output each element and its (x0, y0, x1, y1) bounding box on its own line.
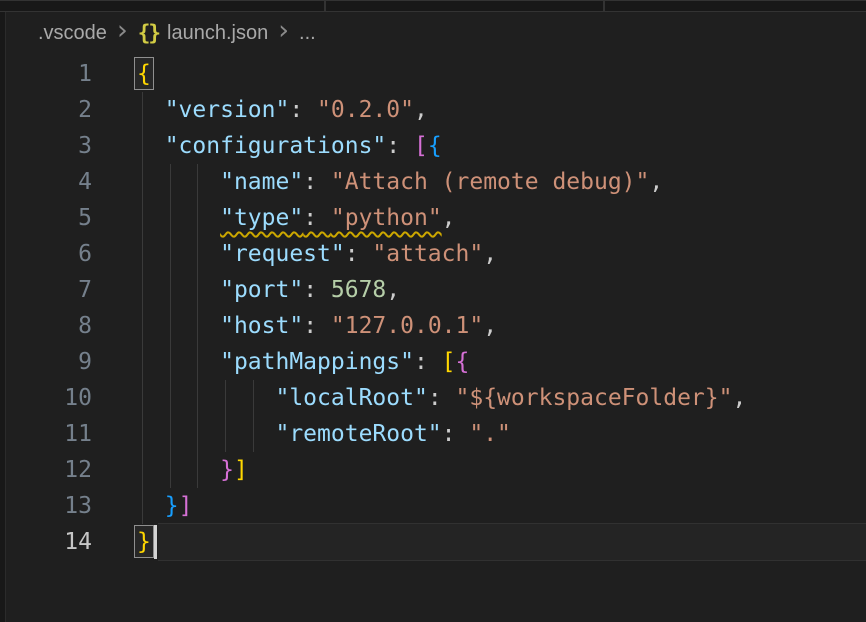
code-line[interactable]: 2 "version": "0.2.0", (6, 92, 866, 128)
breadcrumb-item-symbols[interactable]: ... (299, 22, 316, 45)
code-text: "version": "0.2.0", (137, 92, 428, 128)
tab-separator (603, 1, 605, 11)
code-line[interactable]: 1{ (6, 56, 866, 92)
line-number[interactable]: 12 (6, 452, 92, 488)
line-number[interactable]: 11 (6, 416, 92, 452)
line-number[interactable]: 7 (6, 272, 92, 308)
breadcrumb-item-file[interactable]: {} launch.json (138, 21, 268, 45)
bracket-match-highlight: { (137, 61, 151, 87)
line-number[interactable]: 14 (6, 524, 92, 560)
code-line[interactable]: 13 }] (6, 488, 866, 524)
code-text: "name": "Attach (remote debug)", (137, 164, 663, 200)
line-number[interactable]: 8 (6, 308, 92, 344)
code-line[interactable]: 7 "port": 5678, (6, 272, 866, 308)
code-text: } (137, 524, 151, 560)
breadcrumb: .vscode › {} launch.json › ... (38, 13, 316, 53)
code-text: "request": "attach", (137, 236, 497, 272)
line-number[interactable]: 13 (6, 488, 92, 524)
code-editor: 1{2 "version": "0.2.0",3 "configurations… (6, 56, 866, 560)
breadcrumb-item-folder[interactable]: .vscode (38, 22, 107, 45)
line-number[interactable]: 1 (6, 56, 92, 92)
code-line[interactable]: 3 "configurations": [{ (6, 128, 866, 164)
line-number[interactable]: 2 (6, 92, 92, 128)
code-text: "pathMappings": [{ (137, 344, 469, 380)
code-line[interactable]: 10 "localRoot": "${workspaceFolder}", (6, 380, 866, 416)
code-line[interactable]: 14} (6, 524, 866, 560)
line-number[interactable]: 6 (6, 236, 92, 272)
code-text: "port": 5678, (137, 272, 400, 308)
tab-separator (324, 1, 326, 11)
line-number[interactable]: 5 (6, 200, 92, 236)
tab-bar (0, 0, 866, 12)
chevron-right-icon: › (117, 21, 128, 41)
code-text: }] (137, 488, 192, 524)
chevron-right-icon: › (278, 21, 289, 41)
breadcrumb-file-label: launch.json (167, 22, 268, 45)
code-text: "configurations": [{ (137, 128, 442, 164)
code-text: }] (137, 452, 248, 488)
code-text: { (137, 56, 151, 92)
code-line[interactable]: 12 }] (6, 452, 866, 488)
text-cursor (154, 525, 157, 559)
line-number[interactable]: 10 (6, 380, 92, 416)
json-file-icon: {} (138, 21, 159, 45)
code-line[interactable]: 6 "request": "attach", (6, 236, 866, 272)
line-number[interactable]: 3 (6, 128, 92, 164)
code-text: "remoteRoot": "." (137, 416, 511, 452)
line-number[interactable]: 9 (6, 344, 92, 380)
code-line[interactable]: 9 "pathMappings": [{ (6, 344, 866, 380)
code-text: "type": "python", (137, 200, 456, 236)
bracket-match-highlight: } (137, 529, 151, 555)
code-line[interactable]: 4 "name": "Attach (remote debug)", (6, 164, 866, 200)
code-text: "host": "127.0.0.1", (137, 308, 497, 344)
code-line[interactable]: 8 "host": "127.0.0.1", (6, 308, 866, 344)
code-line[interactable]: 5 "type": "python", (6, 200, 866, 236)
line-number[interactable]: 4 (6, 164, 92, 200)
warning-squiggle: "type": "python" (220, 205, 442, 231)
code-text: "localRoot": "${workspaceFolder}", (137, 380, 746, 416)
code-line[interactable]: 11 "remoteRoot": "." (6, 416, 866, 452)
code-lines: 1{2 "version": "0.2.0",3 "configurations… (6, 56, 866, 560)
